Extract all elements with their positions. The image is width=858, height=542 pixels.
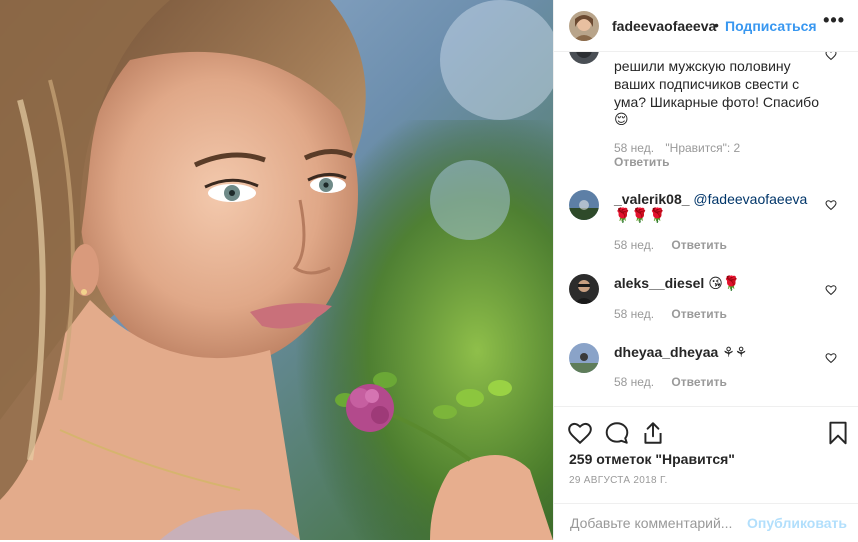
author-username[interactable]: fadeevaofaeeva xyxy=(612,18,716,34)
comment-bubble-icon[interactable] xyxy=(604,420,630,446)
like-comment-heart-icon[interactable] xyxy=(825,198,837,211)
reply-button[interactable]: Ответить xyxy=(614,155,669,169)
avatar[interactable] xyxy=(569,343,599,373)
heart-outline-icon[interactable] xyxy=(567,420,593,446)
comment-body: 😘🌹 xyxy=(708,275,741,291)
post-photo[interactable] xyxy=(0,0,553,540)
comment-age: 58 нед. xyxy=(614,307,655,321)
comment-text-line: решили мужскую половину xyxy=(614,58,791,74)
comment-username[interactable]: _valerik08_ xyxy=(614,191,690,207)
post-date: 29 АВГУСТА 2018 Г. xyxy=(569,475,668,486)
like-comment-heart-icon[interactable] xyxy=(825,351,837,364)
comment-text-line: ваших подписчиков свести с xyxy=(614,76,800,92)
reply-label[interactable]: Ответить xyxy=(614,155,669,169)
avatar[interactable] xyxy=(569,190,599,220)
post-actions: 259 отметок "Нравится" 29 АВГУСТА 2018 Г… xyxy=(554,406,858,541)
reply-button[interactable]: Ответить xyxy=(671,307,726,321)
avatar[interactable] xyxy=(569,52,599,64)
comment-age: 58 нед. xyxy=(614,141,655,155)
comment-likes-count[interactable]: "Нравится": 2 xyxy=(665,141,740,155)
comment-meta: 58 нед. Ответить xyxy=(614,238,727,252)
comment-body: ⚘⚘ xyxy=(722,344,748,360)
post-header: fadeevaofaeeva • Подписаться ••• xyxy=(554,0,858,52)
avatar[interactable] xyxy=(569,274,599,304)
add-comment-input[interactable] xyxy=(568,514,752,532)
reply-button[interactable]: Ответить xyxy=(671,238,726,252)
more-horizontal-icon[interactable]: ••• xyxy=(823,10,845,31)
comment-text: dheyaa_dheyaa ⚘⚘ xyxy=(614,343,747,361)
publish-button[interactable]: Опубликовать xyxy=(747,515,847,531)
share-upload-icon[interactable] xyxy=(640,420,666,446)
like-comment-heart-icon[interactable] xyxy=(825,52,837,61)
reply-button[interactable]: Ответить xyxy=(671,375,726,389)
comment-text-line: ума? Шикарные фото! Спасибо xyxy=(614,94,819,110)
author-avatar[interactable] xyxy=(569,11,599,41)
comment-username[interactable]: dheyaa_dheyaa xyxy=(614,344,718,360)
post-sidebar: fadeevaofaeeva • Подписаться ••• решили … xyxy=(553,0,858,540)
comment-username[interactable]: aleks__diesel xyxy=(614,275,704,291)
comments-list[interactable]: решили мужскую половину ваших подписчико… xyxy=(554,52,858,406)
add-comment-bar: Опубликовать xyxy=(554,503,858,542)
comment-age: 58 нед. xyxy=(614,375,655,389)
comment-text: aleks__diesel 😘🌹 xyxy=(614,274,740,292)
comment-meta: 58 нед. "Нравится": 2 xyxy=(614,141,740,155)
comment-mention[interactable]: @fadeevaofaeeva xyxy=(693,191,807,207)
comment-meta: 58 нед. Ответить xyxy=(614,375,727,389)
comment-body: 🌹🌹🌹 xyxy=(614,207,667,223)
separator-dot: • xyxy=(714,17,719,33)
likes-count[interactable]: 259 отметок "Нравится" xyxy=(569,451,735,467)
bookmark-icon[interactable] xyxy=(825,420,851,446)
comment-emoji: 😌 xyxy=(614,111,629,127)
comment-age: 58 нед. xyxy=(614,238,655,252)
like-comment-heart-icon[interactable] xyxy=(825,283,837,296)
follow-button[interactable]: Подписаться xyxy=(725,18,817,34)
comment-meta: 58 нед. Ответить xyxy=(614,307,727,321)
